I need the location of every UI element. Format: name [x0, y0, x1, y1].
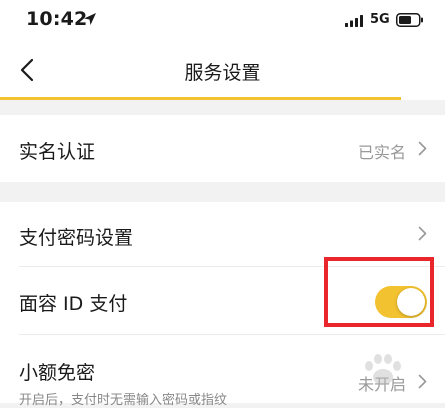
network-type: 5G: [370, 12, 390, 27]
nav-bar: 服务设置: [0, 40, 445, 100]
chevron-right-icon: [418, 226, 427, 241]
chevron-right-icon: [418, 374, 427, 389]
real-name-status: 已实名: [357, 143, 406, 162]
paw-watermark-icon: [365, 354, 401, 385]
highlight-annotation-box: [324, 257, 434, 327]
real-name-label: 实名认证: [19, 141, 96, 163]
location-arrow-icon: [84, 13, 96, 25]
chevron-right-icon: [418, 141, 427, 156]
faceid-pay-label: 面容 ID 支付: [19, 293, 128, 315]
real-name-row[interactable]: 实名认证 已实名: [0, 115, 445, 182]
cellular-signal-icon: [345, 15, 363, 27]
status-time: 10:42: [26, 8, 88, 30]
page-title: 服务设置: [184, 62, 261, 84]
battery-icon: [396, 13, 423, 27]
small-amount-free-subtitle: 开启后，支付时无需输入密码或指纹: [19, 393, 228, 408]
status-bar: 10:42 5G: [0, 0, 445, 40]
payment-password-label: 支付密码设置: [19, 227, 134, 249]
header-accent-line: [0, 97, 401, 100]
small-amount-free-label: 小额免密: [19, 362, 96, 384]
